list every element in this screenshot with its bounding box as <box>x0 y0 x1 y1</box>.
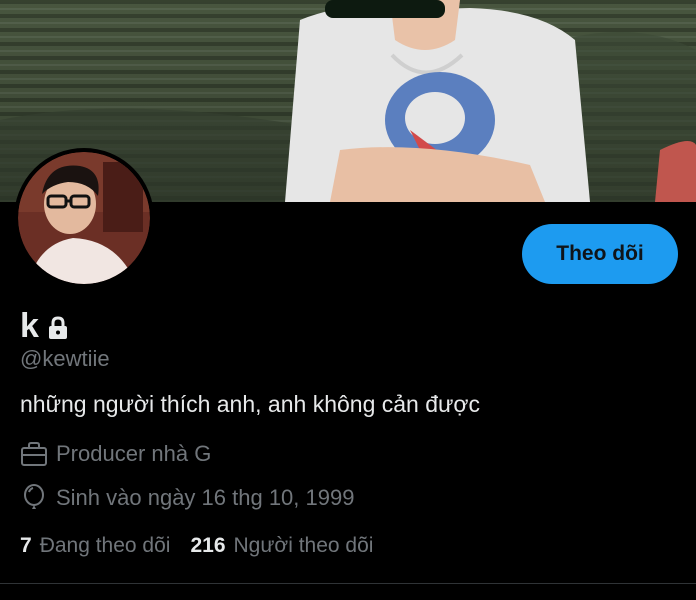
job-text: Producer nhà G <box>56 441 212 466</box>
balloon-icon <box>20 484 48 512</box>
followers-label: Người theo dõi <box>233 534 374 557</box>
display-name: k <box>20 307 39 345</box>
followers-link[interactable]: 216 Người theo dõi <box>190 534 373 558</box>
profile-bio: những người thích anh, anh không cản đượ… <box>20 391 480 417</box>
avatar-image <box>18 152 150 284</box>
profile-avatar[interactable] <box>14 148 154 288</box>
profile-birthday: Sinh vào ngày 16 thg 10, 1999 <box>20 484 354 512</box>
lock-icon <box>47 316 69 340</box>
profile-job: Producer nhà G <box>20 441 211 467</box>
following-label: Đang theo dõi <box>39 534 171 557</box>
following-link[interactable]: 7 Đang theo dõi <box>20 534 170 558</box>
birthday-text: Sinh vào ngày 16 thg 10, 1999 <box>56 485 355 510</box>
profile-handle: @kewtiie <box>20 346 110 371</box>
follow-button[interactable]: Theo dõi <box>522 224 678 284</box>
profile-stats: 7 Đang theo dõi 216 Người theo dõi <box>20 534 373 558</box>
briefcase-icon <box>20 441 48 467</box>
followers-count: 216 <box>190 534 226 557</box>
profile-name-row: k <box>20 306 69 346</box>
section-divider <box>0 583 696 584</box>
following-count: 7 <box>20 534 32 557</box>
